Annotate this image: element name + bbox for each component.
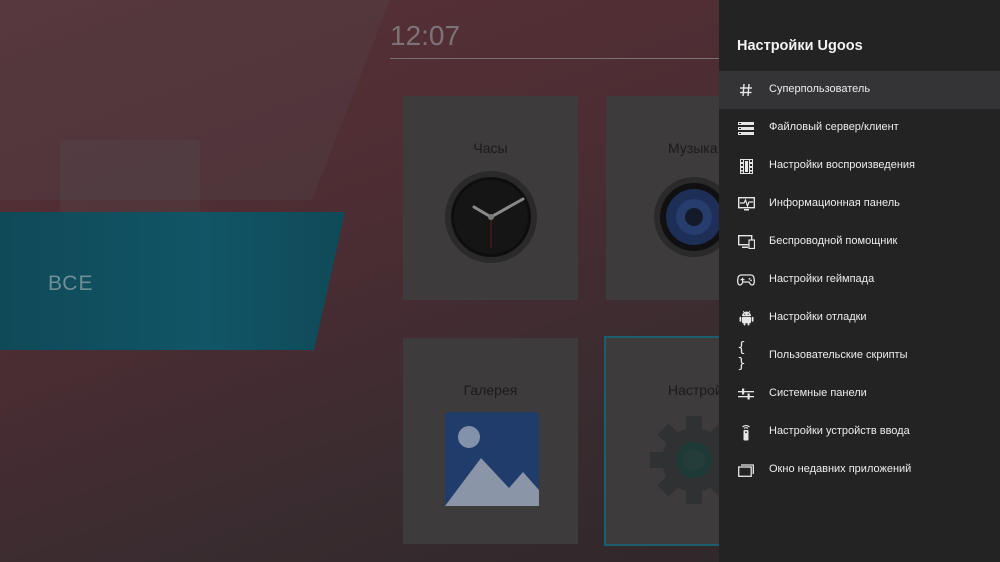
menu-item-label: Настройки устройств ввода — [769, 425, 910, 437]
menu-item-label: Беспроводной помощник — [769, 235, 898, 247]
menu-item-label: Окно недавних приложений — [769, 463, 912, 475]
remote-control-icon — [737, 424, 755, 440]
android-icon — [737, 310, 755, 326]
menu-item-user-scripts[interactable]: { } Пользовательские скрипты — [719, 337, 1000, 375]
menu-item-label: Настройки отладки — [769, 311, 867, 323]
sliders-icon — [737, 386, 755, 402]
hash-icon — [737, 82, 755, 98]
ugoos-settings-panel: Настройки Ugoos Суперпользователь Файлов… — [719, 0, 1000, 562]
recent-windows-icon — [737, 462, 755, 478]
panel-title: Настройки Ugoos — [737, 38, 863, 54]
menu-item-superuser[interactable]: Суперпользователь — [719, 71, 1000, 109]
cast-devices-icon — [737, 234, 755, 250]
menu-item-label: Настройки воспроизведения — [769, 159, 916, 171]
menu-item-wireless-assistant[interactable]: Беспроводной помощник — [719, 223, 1000, 261]
menu-item-label: Суперпользователь — [769, 83, 871, 95]
menu-item-label: Системные панели — [769, 387, 867, 399]
settings-menu: Суперпользователь Файловый сервер/клиент… — [719, 71, 1000, 489]
menu-item-label: Файловый сервер/клиент — [769, 121, 899, 133]
braces-icon: { } — [737, 340, 746, 372]
clock-time: 12:07 — [390, 20, 461, 51]
menu-item-input-devices[interactable]: Настройки устройств ввода — [719, 413, 1000, 451]
app-tile-clock[interactable]: Часы — [403, 96, 578, 300]
film-icon — [737, 158, 755, 174]
gallery-app-icon — [445, 412, 539, 506]
menu-item-gamepad-settings[interactable]: Настройки геймпада — [719, 261, 1000, 299]
menu-item-recent-apps-window[interactable]: Окно недавних приложений — [719, 451, 1000, 489]
clock-app-icon — [445, 171, 537, 263]
clock-divider — [390, 58, 720, 59]
server-icon — [737, 120, 755, 136]
app-tile-gallery[interactable]: Галерея — [403, 338, 578, 544]
monitor-pulse-icon — [737, 196, 755, 212]
menu-item-label: Пользовательские скрипты — [769, 349, 908, 361]
category-label: ВСЕ — [48, 272, 94, 295]
menu-item-system-panels[interactable]: Системные панели — [719, 375, 1000, 413]
menu-item-playback-settings[interactable]: Настройки воспроизведения — [719, 147, 1000, 185]
menu-item-label: Настройки геймпада — [769, 273, 875, 285]
menu-item-debug-settings[interactable]: Настройки отладки — [719, 299, 1000, 337]
category-all[interactable]: ВСЕ — [0, 212, 345, 350]
menu-item-label: Информационная панель — [769, 197, 900, 209]
menu-item-info-panel[interactable]: Информационная панель — [719, 185, 1000, 223]
gamepad-icon — [737, 272, 755, 288]
menu-item-file-server[interactable]: Файловый сервер/клиент — [719, 109, 1000, 147]
